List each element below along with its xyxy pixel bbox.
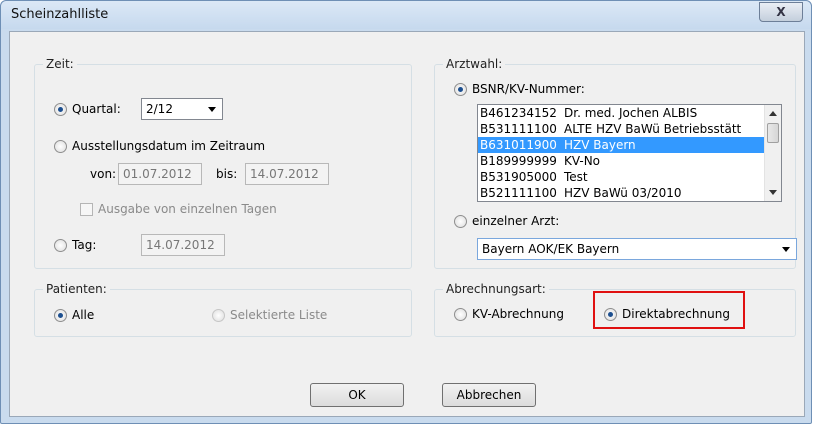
zeitraum-label: Ausstellungsdatum im Zeitraum <box>72 139 266 153</box>
window-title: Scheinzahlliste <box>11 7 109 22</box>
bsnr-label: BSNR/KV-Nummer: <box>472 82 585 96</box>
list-item[interactable]: B531111100 ALTE HZV BaWü Betriebsstätt <box>478 121 781 137</box>
direktabrechnung-label: Direktabrechnung <box>622 307 730 321</box>
dialog-window: Scheinzahlliste X Zeit: Quartal: 2/12 Au… <box>0 0 812 424</box>
kv-abrechnung-radio[interactable] <box>454 308 467 321</box>
zeit-group-label: Zeit: <box>43 57 77 71</box>
selektierte-radio[interactable] <box>212 309 225 322</box>
dialog-client-area: Zeit: Quartal: 2/12 Ausstellungsdatum im… <box>9 31 805 417</box>
alle-radio[interactable] <box>54 309 67 322</box>
einzelner-arzt-radio[interactable] <box>454 215 467 228</box>
close-icon: X <box>776 5 786 19</box>
quartal-label: Quartal: <box>72 102 121 116</box>
abrechnungsart-group-label: Abrechnungsart: <box>443 282 549 296</box>
von-date-field[interactable]: 01.07.2012 <box>118 163 202 185</box>
arztwahl-group-label: Arztwahl: <box>443 57 506 71</box>
scroll-thumb[interactable] <box>767 123 779 143</box>
kv-abrechnung-label: KV-Abrechnung <box>472 307 564 321</box>
tag-radio[interactable] <box>54 239 67 252</box>
chevron-down-icon <box>782 247 790 252</box>
list-item-selected[interactable]: B631011900 HZV Bayern <box>478 137 781 153</box>
tag-date-field[interactable]: 14.07.2012 <box>141 234 225 256</box>
arzt-value: Bayern AOK/EK Bayern <box>482 242 620 256</box>
scroll-down-icon[interactable] <box>769 190 777 195</box>
von-label: von: <box>90 167 117 181</box>
bsnr-radio[interactable] <box>454 83 467 96</box>
einzelne-tage-label: Ausgabe von einzelnen Tagen <box>98 202 277 216</box>
chevron-down-icon <box>208 107 216 112</box>
title-bar[interactable]: Scheinzahlliste X <box>1 1 811 29</box>
listbox-scrollbar[interactable] <box>764 105 781 201</box>
einzelne-tage-checkbox[interactable] <box>80 203 93 216</box>
bis-label: bis: <box>216 167 238 181</box>
quartal-select[interactable]: 2/12 <box>141 98 223 120</box>
einzelner-arzt-label: einzelner Arzt: <box>472 214 560 228</box>
close-button[interactable]: X <box>759 2 803 22</box>
arzt-select[interactable]: Bayern AOK/EK Bayern <box>477 238 797 260</box>
direktabrechnung-radio[interactable] <box>604 308 617 321</box>
quartal-value: 2/12 <box>146 102 173 116</box>
list-item[interactable]: B189999999 KV-No <box>478 153 781 169</box>
zeitraum-radio[interactable] <box>54 140 67 153</box>
ok-button[interactable]: OK <box>310 383 404 407</box>
alle-label: Alle <box>72 308 95 322</box>
patienten-group-label: Patienten: <box>43 282 110 296</box>
bis-date-field[interactable]: 14.07.2012 <box>245 163 329 185</box>
scroll-up-icon[interactable] <box>769 111 777 116</box>
list-item[interactable]: B521111100 HZV BaWü 03/2010 <box>478 185 781 201</box>
tag-label: Tag: <box>72 238 97 252</box>
selektierte-label: Selektierte Liste <box>230 308 328 322</box>
abbrechen-button[interactable]: Abbrechen <box>442 383 536 407</box>
list-item[interactable]: B531905000 Test <box>478 169 781 185</box>
list-item[interactable]: B461234152 Dr. med. Jochen ALBIS <box>478 105 781 121</box>
quartal-radio[interactable] <box>54 103 67 116</box>
bsnr-listbox[interactable]: B461234152 Dr. med. Jochen ALBIS B5311111… <box>477 104 782 202</box>
